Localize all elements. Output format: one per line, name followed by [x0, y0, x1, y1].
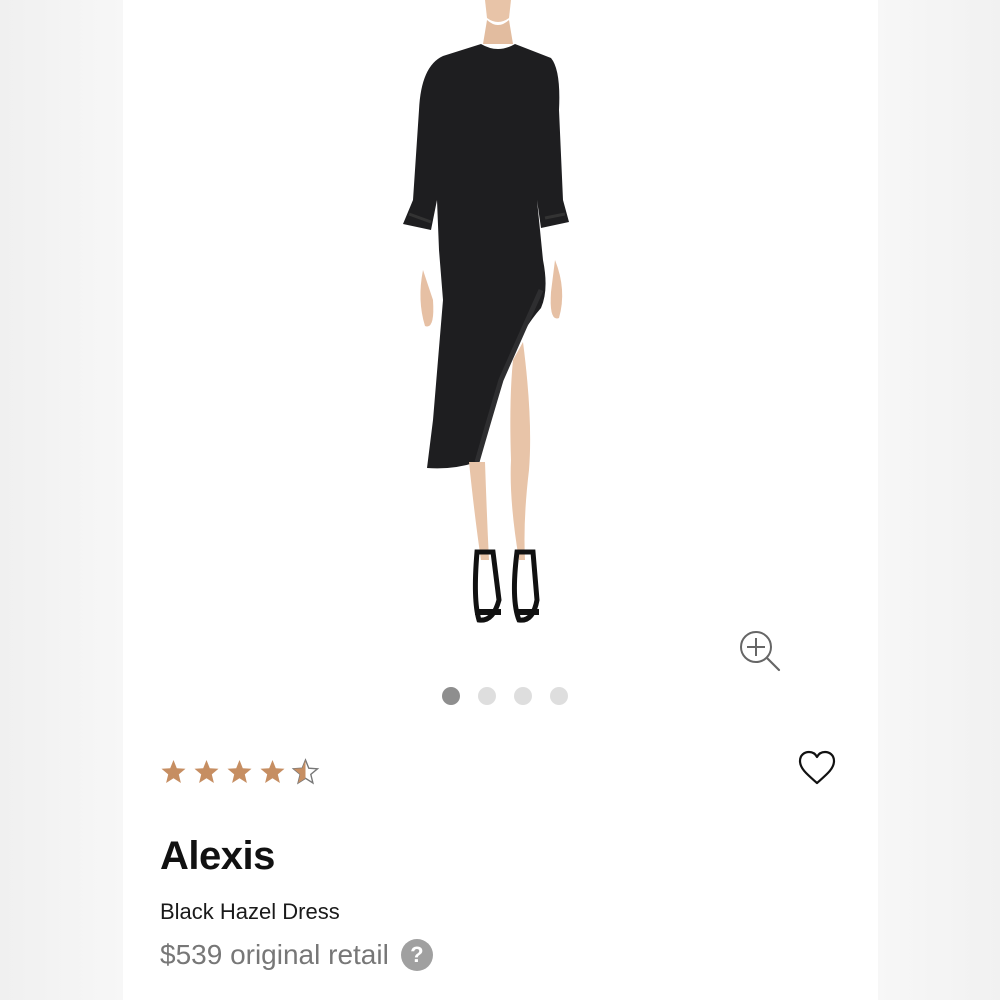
background-left — [0, 0, 123, 1000]
product-name: Black Hazel Dress — [160, 899, 340, 924]
brand-name[interactable]: Alexis — [160, 834, 275, 879]
price-row: $539 original retail ? — [160, 935, 433, 975]
product-card: Alexis Black Hazel Dress $539 original r… — [123, 0, 878, 1000]
zoom-in-icon — [740, 631, 781, 672]
star-full-icon — [161, 760, 186, 783]
price-help-button[interactable]: ? — [400, 939, 433, 971]
carousel-dot[interactable] — [549, 687, 568, 705]
star-rating — [159, 756, 320, 788]
image-carousel-dots — [123, 687, 878, 707]
star-full-icon — [194, 760, 219, 783]
background-right — [878, 0, 1000, 1000]
product-image[interactable] — [373, 0, 623, 640]
star-half-icon — [291, 758, 320, 785]
favorite-button[interactable] — [796, 748, 838, 788]
carousel-dot[interactable] — [441, 687, 460, 705]
carousel-dot[interactable] — [477, 687, 496, 705]
star-full-icon — [260, 760, 285, 783]
original-retail-price: $539 original retail — [160, 939, 389, 970]
question-mark-icon: ? — [410, 942, 424, 967]
heart-outline-icon — [798, 750, 836, 785]
star-full-icon — [227, 760, 252, 783]
carousel-dot[interactable] — [513, 687, 532, 705]
zoom-button[interactable] — [737, 628, 783, 674]
